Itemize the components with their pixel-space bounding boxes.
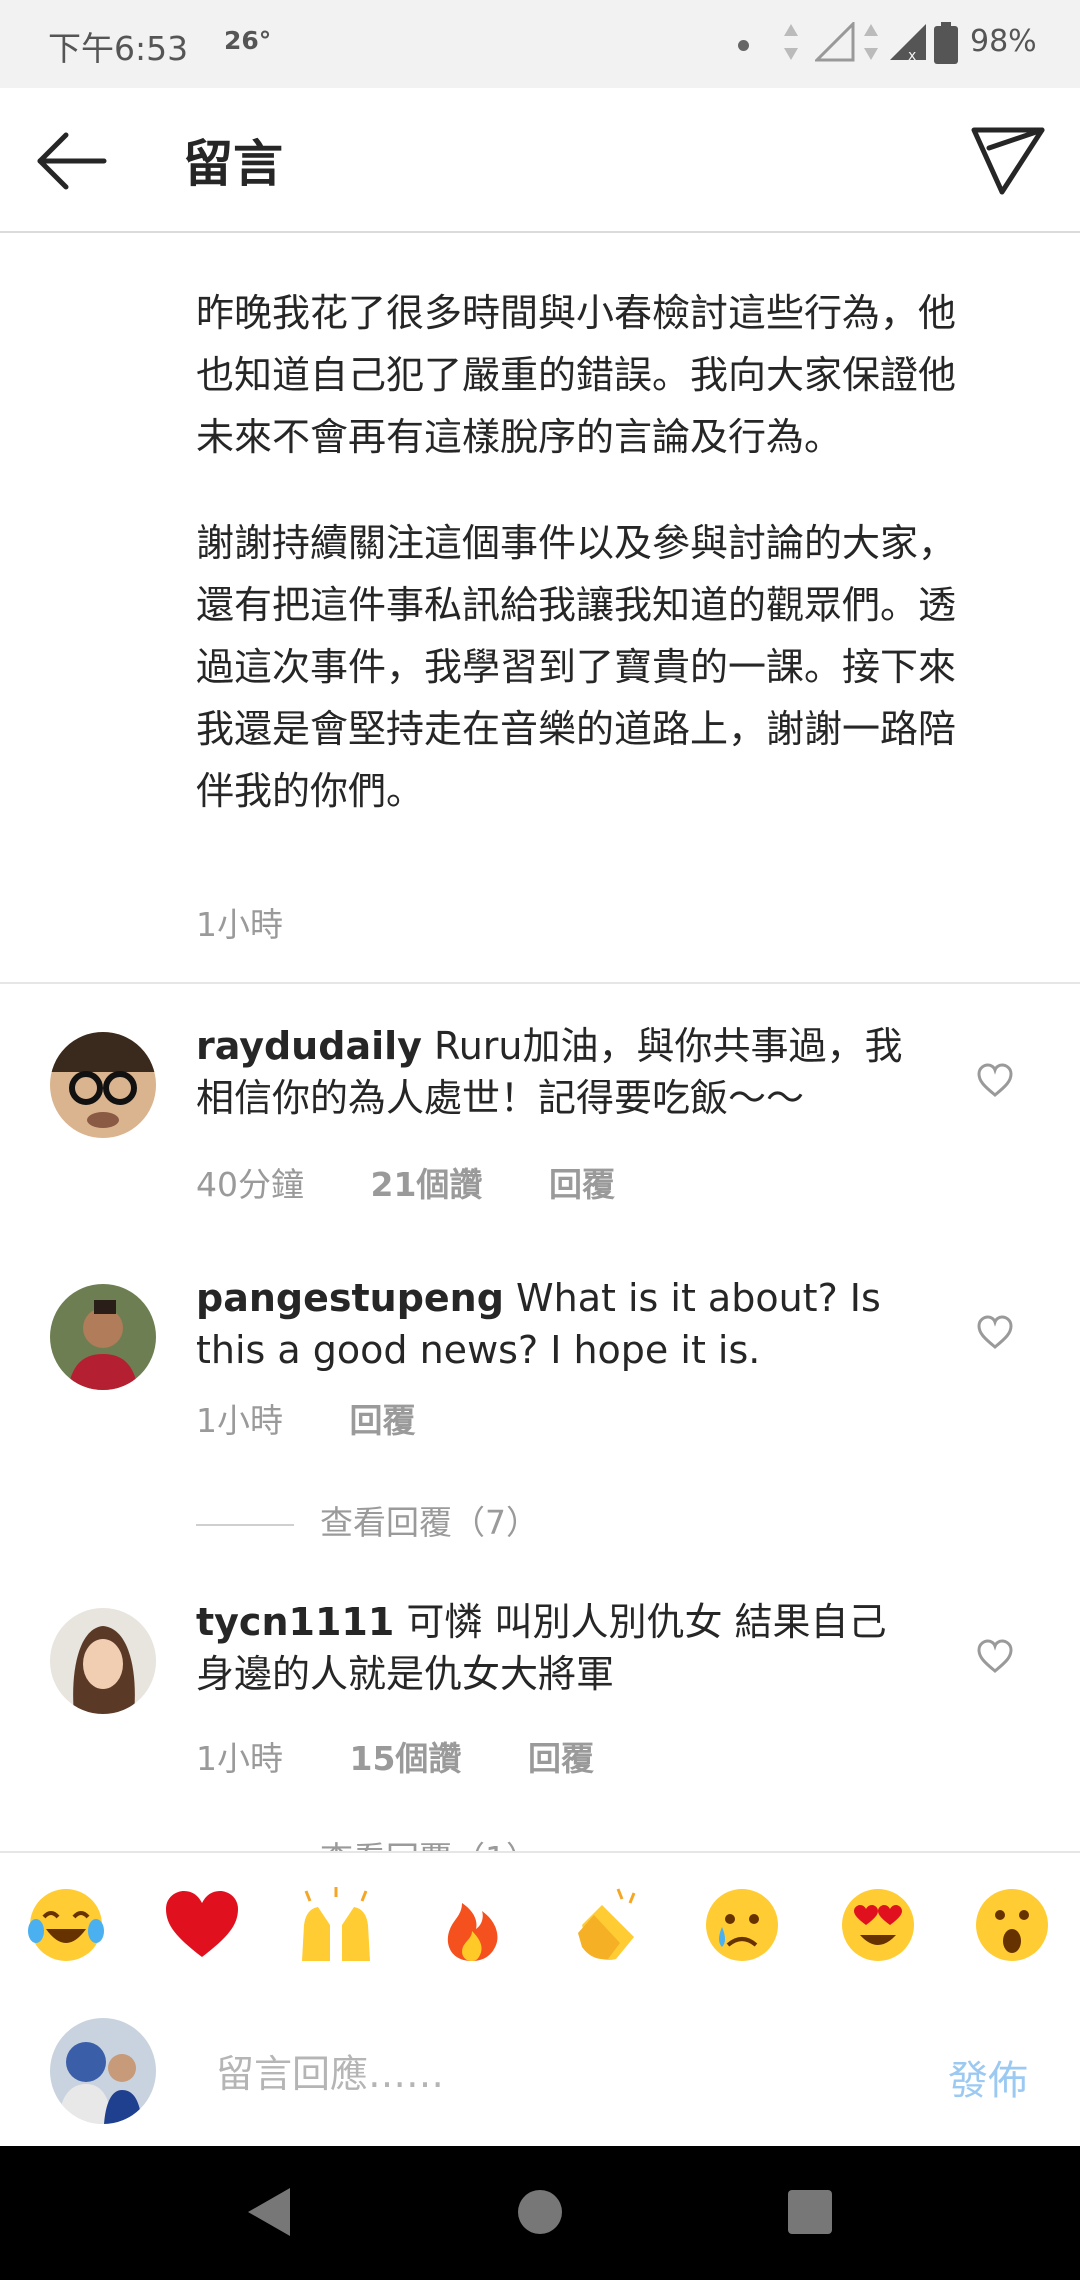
comment-meta: 1小時 回覆 xyxy=(196,1394,472,1442)
comment-body: tycn1111 可憐 叫別人別仇女 結果自己身邊的人就是仇女大將軍 xyxy=(196,1596,916,1700)
nav-back-icon[interactable] xyxy=(240,2182,300,2242)
comment-time: 40分鐘 xyxy=(196,1165,304,1204)
comment-meta: 1小時 15個讚 回覆 xyxy=(196,1732,650,1780)
divider xyxy=(196,1523,294,1526)
caption-timestamp: 1小時 xyxy=(196,905,283,944)
emoji-quick-bar xyxy=(0,1851,1080,2000)
heart-icon[interactable] xyxy=(976,1062,1014,1098)
reply-button[interactable]: 回覆 xyxy=(350,1401,416,1440)
notification-dot-icon xyxy=(738,40,749,51)
battery-percent: 98% xyxy=(970,24,1037,59)
page-title: 留言 xyxy=(183,135,283,193)
cell-signal-icon: x xyxy=(890,24,926,62)
crying-face-emoji-icon[interactable] xyxy=(702,1885,782,1965)
data-arrows-icon xyxy=(784,24,798,60)
comment-username[interactable]: pangestupeng xyxy=(196,1276,504,1320)
comment-username[interactable]: raydudaily xyxy=(196,1024,422,1068)
back-arrow-icon[interactable] xyxy=(34,124,108,198)
data-arrows-icon-2 xyxy=(864,24,878,60)
comment-input-bar: 發佈 xyxy=(0,1998,1080,2146)
nav-home-icon[interactable] xyxy=(510,2182,570,2242)
direct-send-icon[interactable] xyxy=(968,118,1048,198)
avatar[interactable] xyxy=(50,1608,156,1714)
comment-username[interactable]: tycn1111 xyxy=(196,1600,394,1644)
comment-body: raydudaily Ruru加油，與你共事過，我相信你的為人處世！記得要吃飯～… xyxy=(196,1020,916,1124)
status-temperature: 26° xyxy=(224,26,272,55)
caption-paragraph: 謝謝持續關注這個事件以及參與討論的大家，還有把這件事私訊給我讓我知道的觀眾們。透… xyxy=(196,521,957,813)
heart-eyes-emoji-icon[interactable] xyxy=(838,1885,918,1965)
view-replies-button[interactable]: 查看回覆（7） xyxy=(196,1496,539,1544)
post-button[interactable]: 發佈 xyxy=(948,2048,1028,2106)
top-bar: 留言 xyxy=(0,88,1080,233)
heart-icon[interactable] xyxy=(976,1314,1014,1350)
raising-hands-emoji-icon[interactable] xyxy=(296,1885,376,1965)
comment-time: 1小時 xyxy=(196,1739,283,1778)
tears-of-joy-emoji-icon[interactable] xyxy=(26,1885,106,1965)
comment-input[interactable] xyxy=(214,2038,918,2110)
reply-button[interactable]: 回覆 xyxy=(528,1739,594,1778)
comment-meta: 40分鐘 21個讚 回覆 xyxy=(196,1158,671,1206)
surprised-face-emoji-icon[interactable] xyxy=(972,1885,1052,1965)
avatar[interactable] xyxy=(50,1032,156,1138)
avatar[interactable] xyxy=(50,1284,156,1390)
fire-emoji-icon[interactable] xyxy=(432,1885,512,1965)
comment-time: 1小時 xyxy=(196,1401,283,1440)
avatar xyxy=(50,2018,156,2124)
reply-button[interactable]: 回覆 xyxy=(549,1165,615,1204)
clapping-hands-emoji-icon[interactable] xyxy=(568,1885,648,1965)
battery-icon xyxy=(934,22,958,64)
wifi-signal-icon xyxy=(815,22,855,62)
divider xyxy=(0,982,1080,984)
post-caption: 昨晚我花了很多時間與小春檢討這些行為，他也知道自己犯了嚴重的錯誤。我向大家保證他… xyxy=(196,282,966,822)
comment-likes[interactable]: 21個讚 xyxy=(371,1165,483,1204)
comment-body: pangestupeng What is it about? Is this a… xyxy=(196,1272,916,1376)
heart-icon[interactable] xyxy=(976,1638,1014,1674)
red-heart-emoji-icon[interactable] xyxy=(162,1885,242,1965)
system-nav-bar xyxy=(0,2146,1080,2280)
svg-text:x: x xyxy=(908,48,916,62)
view-replies-label: 查看回覆（7） xyxy=(320,1503,539,1542)
caption-paragraph: 昨晚我花了很多時間與小春檢討這些行為，他也知道自己犯了嚴重的錯誤。我向大家保證他… xyxy=(196,291,957,459)
nav-recents-icon[interactable] xyxy=(780,2182,840,2242)
status-time: 下午6:53 xyxy=(48,29,189,68)
status-bar: 下午6:53 26° x 98% xyxy=(0,0,1080,88)
comment-likes[interactable]: 15個讚 xyxy=(350,1739,462,1778)
